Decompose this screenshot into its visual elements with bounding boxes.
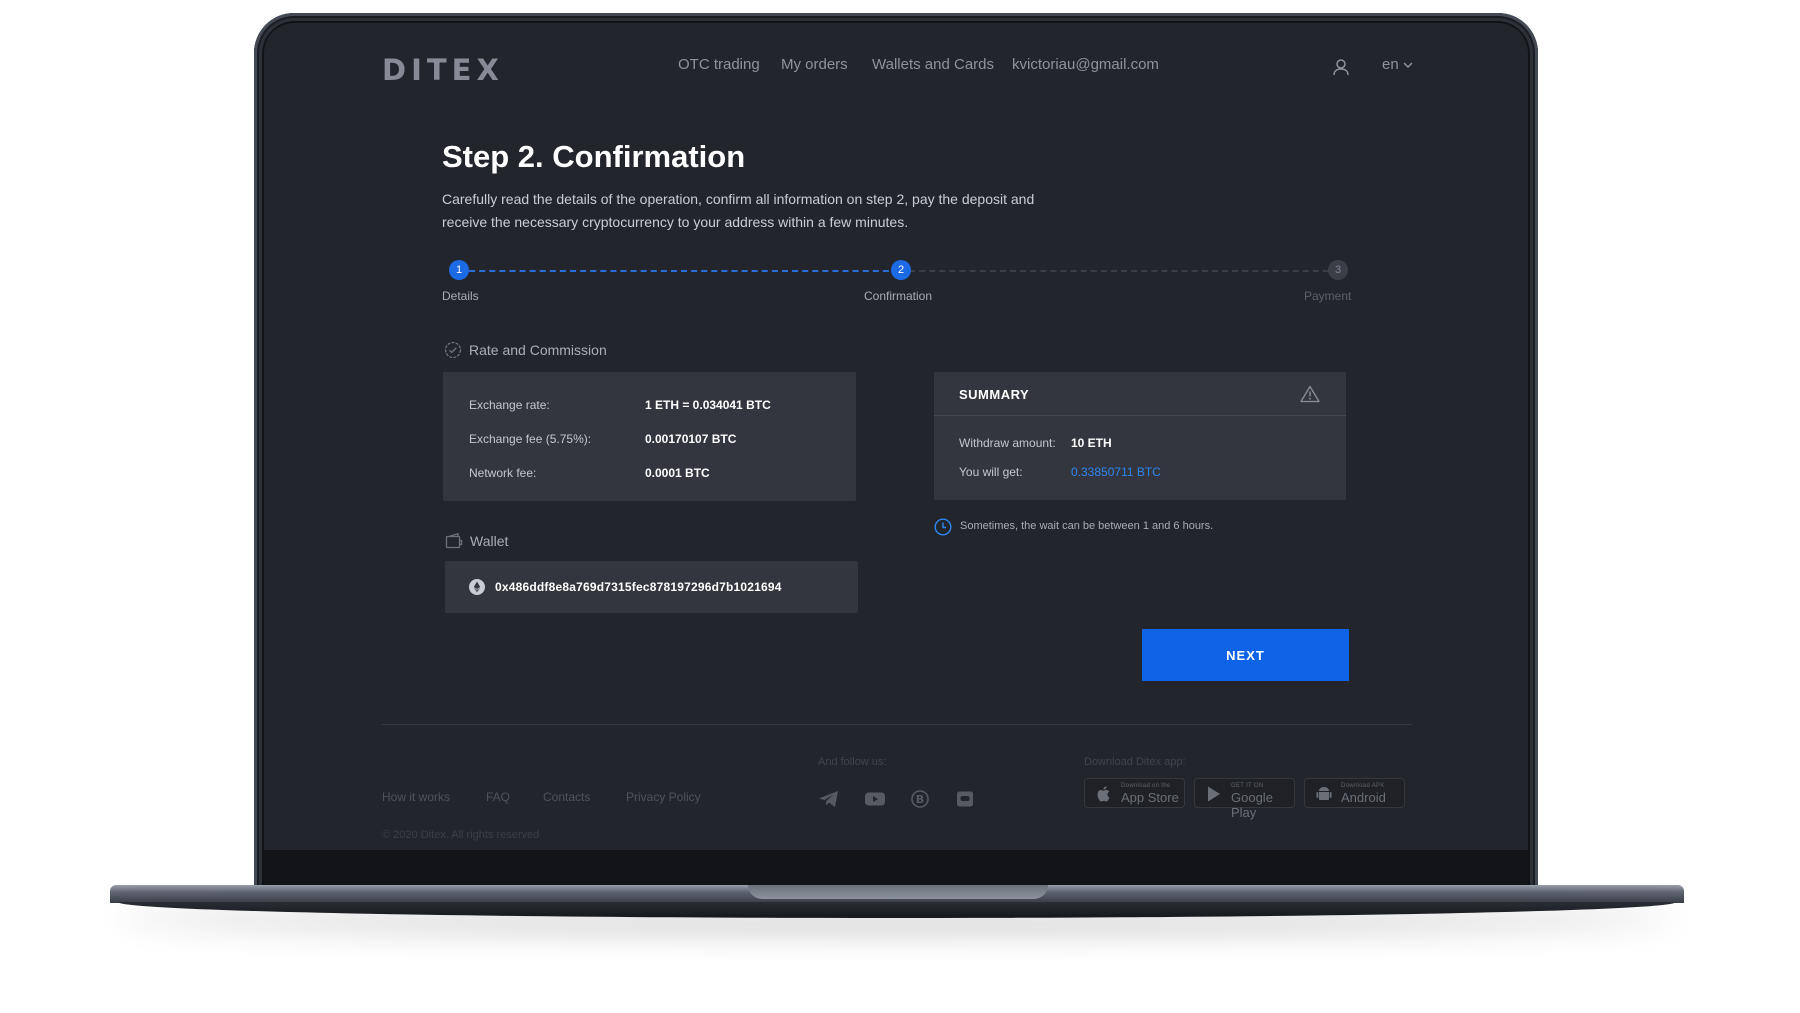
copyright-text: © 2020 Ditex. All rights reserved	[382, 829, 540, 841]
footer-link-faq[interactable]: FAQ	[486, 790, 510, 804]
google-play-button[interactable]: GET IT ON Google Play	[1194, 778, 1295, 820]
wallet-address-value[interactable]: 0x486ddf8e8a769d7315fec878197296d7b10216…	[495, 580, 782, 594]
wallet-icon	[445, 532, 463, 549]
summary-panel: SUMMARY Withdraw amount: 10 ETH You will…	[934, 372, 1346, 500]
download-app-caption: Download Ditex app:	[1084, 756, 1186, 768]
withdraw-amount-label: Withdraw amount:	[959, 436, 1056, 450]
svg-text:B: B	[916, 793, 924, 806]
step-3-label: Payment	[1304, 289, 1352, 303]
footer-link-privacy-policy[interactable]: Privacy Policy	[626, 790, 701, 804]
android-small-text: Download APK	[1341, 783, 1385, 789]
rate-section-label: Rate and Commission	[469, 342, 607, 358]
exchange-fee-label: Exchange fee (5.75%):	[469, 432, 592, 446]
rate-panel: Exchange rate: 1 ETH = 0.034041 BTC Exch…	[443, 372, 856, 501]
step-2-indicator[interactable]: 2	[891, 260, 911, 280]
you-will-get-value: 0.33850711 BTC	[1071, 465, 1161, 479]
exchange-rate-value: 1 ETH = 0.034041 BTC	[645, 398, 771, 412]
laptop-notch	[748, 885, 1048, 899]
step-3-indicator: 3	[1328, 260, 1348, 280]
next-button[interactable]: NEXT	[1142, 629, 1349, 681]
ethereum-icon	[469, 579, 485, 595]
nav-my-orders[interactable]: My orders	[781, 56, 848, 73]
wait-time-note: Sometimes, the wait can be between 1 and…	[960, 520, 1214, 532]
language-value: en	[1382, 56, 1399, 73]
clock-icon	[934, 518, 952, 536]
app-screen: DITEX OTC trading My orders Wallets and …	[264, 23, 1528, 850]
wallet-section-label: Wallet	[470, 533, 509, 549]
network-fee-label: Network fee:	[469, 466, 537, 480]
network-fee-value: 0.0001 BTC	[645, 466, 710, 480]
android-icon	[1316, 787, 1332, 800]
nav-wallets-and-cards[interactable]: Wallets and Cards	[872, 56, 994, 73]
stepper-pending-line	[899, 270, 1339, 272]
apple-icon	[1097, 786, 1110, 802]
chevron-down-icon	[1403, 62, 1413, 68]
discord-icon[interactable]	[954, 790, 976, 808]
withdraw-amount-value: 10 ETH	[1071, 436, 1112, 450]
summary-title: SUMMARY	[959, 387, 1030, 402]
laptop-scene: DITEX OTC trading My orders Wallets and …	[0, 0, 1800, 1013]
page-description: Carefully read the details of the operat…	[442, 191, 1035, 230]
app-store-text: App Store	[1121, 790, 1179, 805]
youtube-icon[interactable]	[864, 790, 886, 808]
laptop-base-shadow	[118, 902, 1676, 918]
app-store-button[interactable]: Download on the App Store	[1084, 778, 1185, 808]
google-play-text: Google Play	[1231, 790, 1273, 820]
nav-otc-trading[interactable]: OTC trading	[678, 56, 760, 73]
page-title: Step 2. Confirmation	[442, 139, 746, 174]
warning-icon[interactable]	[1300, 385, 1320, 403]
google-play-icon	[1208, 786, 1220, 802]
google-play-small-text: GET IT ON	[1231, 783, 1264, 789]
exchange-rate-label: Exchange rate:	[469, 398, 550, 412]
you-will-get-label: You will get:	[959, 465, 1023, 479]
follow-us-caption: And follow us:	[818, 756, 887, 768]
android-apk-button[interactable]: Download APK Android	[1304, 778, 1405, 808]
stepper-progress-line	[459, 270, 899, 272]
ditex-logo[interactable]: DITEX	[382, 53, 504, 87]
telegram-icon[interactable]	[818, 790, 840, 808]
exchange-fee-value: 0.00170107 BTC	[645, 432, 737, 446]
wallet-address-panel: 0x486ddf8e8a769d7315fec878197296d7b10216…	[445, 561, 858, 613]
footer-link-contacts[interactable]: Contacts	[543, 790, 590, 804]
step-1-label: Details	[442, 289, 479, 303]
bitcoin-icon[interactable]: B	[909, 790, 931, 808]
footer-divider	[382, 724, 1412, 725]
footer-link-how-it-works[interactable]: How it works	[382, 790, 450, 804]
step-1-indicator[interactable]: 1	[449, 260, 469, 280]
android-text: Android	[1341, 790, 1386, 805]
summary-header: SUMMARY	[934, 372, 1346, 416]
step-2-label: Confirmation	[864, 289, 933, 303]
badge-check-icon	[444, 341, 462, 359]
user-icon[interactable]	[1332, 58, 1350, 76]
user-email-link[interactable]: kvictoriau@gmail.com	[1012, 56, 1159, 73]
language-selector[interactable]: en	[1382, 56, 1413, 73]
app-store-small-text: Download on the	[1121, 783, 1171, 789]
